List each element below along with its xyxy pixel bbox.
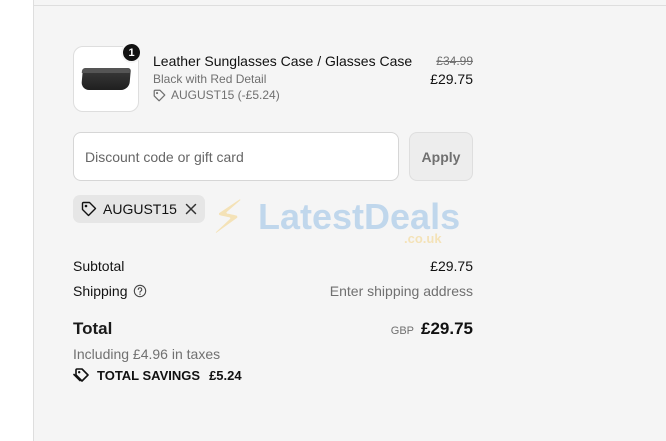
discount-code-input[interactable] [73,132,399,181]
total-amount: £29.75 [421,319,473,338]
savings-label: TOTAL SAVINGS [97,367,201,383]
apply-button[interactable]: Apply [409,132,473,181]
shipping-value: Enter shipping address [329,283,473,299]
watermark-subtext: .co.uk [404,231,442,246]
product-discount: AUGUST15 (-£5.24) [153,88,280,102]
lightning-bolt-icon: ⚡ [212,191,245,243]
tax-note: Including £4.96 in taxes [73,346,221,362]
product-discount-text: AUGUST15 (-£5.24) [171,88,280,102]
savings-amount: £5.24 [209,367,242,383]
applied-discount-chip: AUGUST15 [73,195,205,223]
subtotal-label: Subtotal [73,258,124,274]
tag-icon [153,89,166,102]
remove-discount-close-icon[interactable] [185,201,197,218]
top-divider [33,5,666,6]
help-circle-icon[interactable] [133,284,147,298]
tag-icon [81,201,97,217]
latestdeals-watermark: ⚡ LatestDeals .co.uk [212,190,462,250]
quantity-badge: 1 [121,42,142,63]
shipping-label-text: Shipping [73,283,128,299]
shipping-label: Shipping [73,283,147,299]
subtotal-value: £29.75 [430,258,473,274]
applied-discount-code: AUGUST15 [103,201,177,217]
total-label: Total [73,319,113,338]
savings-tag-icon [73,367,91,383]
currency-code: GBP [390,325,414,337]
product-variant: Black with Red Detail [153,72,267,86]
total-savings: TOTAL SAVINGS £5.24 [73,367,242,383]
left-column [0,0,33,441]
original-price: £34.99 [436,54,473,68]
product-name: Leather Sunglasses Case / Glasses Case [153,53,413,69]
line-price: £29.75 [430,71,473,87]
glasses-case-strap [81,68,131,73]
subtotal-label-text: Subtotal [73,258,125,274]
total-value: GBP £29.75 [391,319,473,339]
